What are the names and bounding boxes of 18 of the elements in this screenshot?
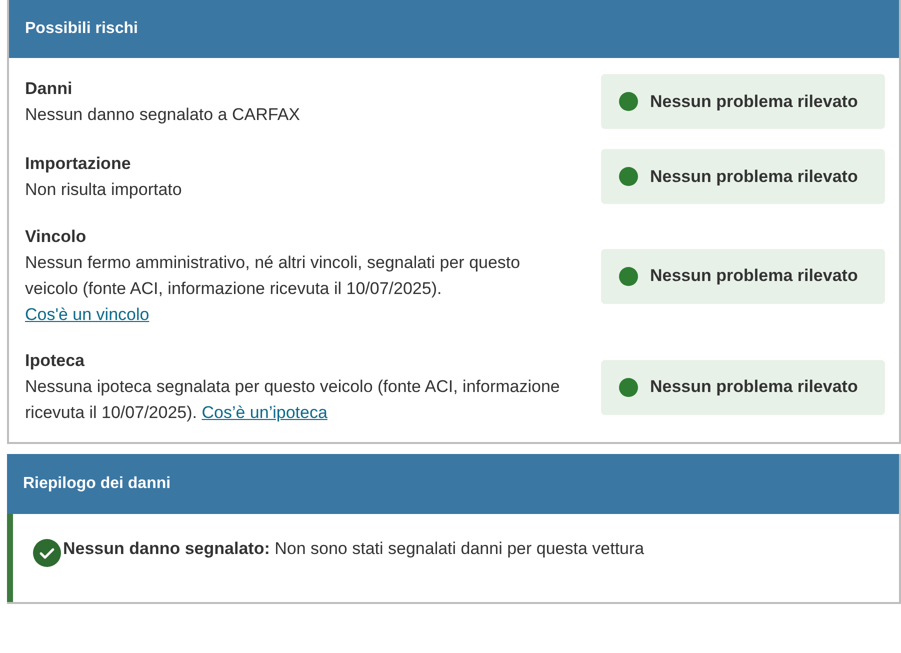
status-text: Nessun problema rilevato (650, 90, 858, 113)
risk-title: Importazione (25, 152, 132, 174)
info-link[interactable]: Cos’è un’ipoteca (202, 403, 328, 422)
risk-title: Danni (25, 78, 74, 100)
risk-description: Non risulta importato (25, 178, 183, 200)
risk-description: Nessuna ipoteca segnalata per questo veicolo (fonte ACI, informazione ricevuta il 10/07/2025). Cos’è un’ipoteca (25, 376, 561, 424)
status-text: Nessun problema rilevato (650, 166, 858, 188)
info-link[interactable]: Cos'è un vincolo (25, 305, 150, 324)
summary-message: Nessun danno segnalato: Non sono stati segnalati danni per questa vettura (63, 538, 644, 560)
risk-description: Nessun fermo amministrativo, né altri vincoli, segnalati per questo veicolo (fonte ACI, informazione ricevuta il 10/07/2025). Cos'è un vincolo (25, 252, 522, 326)
status-text: Nessun problema rilevato (650, 376, 858, 398)
panel-title: Possibili rischi (25, 19, 138, 39)
status-text: Nessun problema rilevato (650, 265, 858, 288)
risk-title: Vincolo (25, 226, 88, 248)
panel-title: Riepilogo dei danni (23, 474, 171, 494)
risk-description: Nessun danno segnalato a CARFAX (25, 104, 302, 126)
risk-title: Ipoteca (25, 350, 86, 372)
check-icon (33, 539, 61, 567)
